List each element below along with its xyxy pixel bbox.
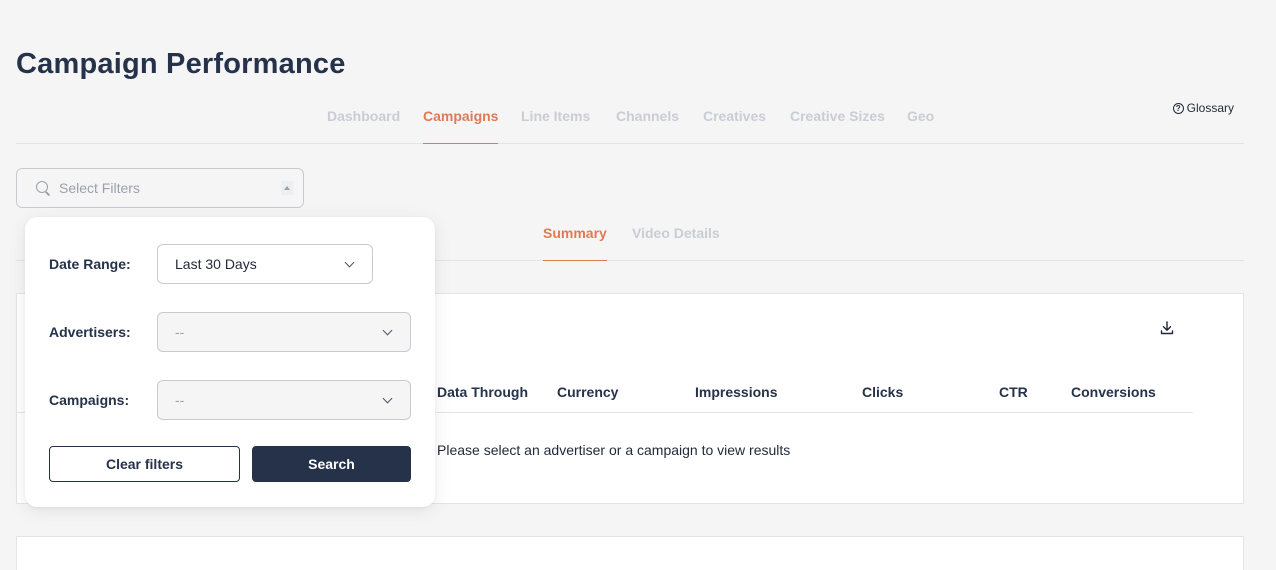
question-circle-icon: ? xyxy=(1172,102,1184,114)
caret-up-icon[interactable] xyxy=(281,181,293,195)
chevron-down-icon xyxy=(382,393,393,404)
column-header-conversions[interactable]: Conversions xyxy=(1071,384,1156,400)
search-button[interactable]: Search xyxy=(252,446,411,482)
campaigns-value: -- xyxy=(175,392,185,408)
column-header-currency[interactable]: Currency xyxy=(557,384,618,400)
secondary-panel xyxy=(16,536,1244,570)
campaigns-label: Campaigns: xyxy=(49,392,130,408)
date-range-value: Last 30 Days xyxy=(175,256,257,272)
tab-geo[interactable]: Geo xyxy=(907,108,934,144)
filter-select[interactable]: Select Filters xyxy=(16,168,304,208)
download-icon[interactable] xyxy=(1159,320,1175,336)
glossary-label: Glossary xyxy=(1186,101,1234,115)
chevron-down-icon xyxy=(344,257,355,268)
column-header-data-through[interactable]: Data Through xyxy=(437,384,528,400)
tab-video-details[interactable]: Video Details xyxy=(632,225,720,261)
campaigns-dropdown[interactable]: -- xyxy=(157,380,411,420)
empty-state-message: Please select an advertiser or a campaig… xyxy=(437,442,791,458)
column-header-clicks[interactable]: Clicks xyxy=(862,384,903,400)
clear-filters-button[interactable]: Clear filters xyxy=(49,446,240,482)
tab-campaigns[interactable]: Campaigns xyxy=(423,108,499,144)
date-range-label: Date Range: xyxy=(49,256,131,272)
advertisers-dropdown[interactable]: -- xyxy=(157,312,411,352)
glossary-link[interactable]: ? Glossary xyxy=(1172,101,1234,115)
tab-dashboard[interactable]: Dashboard xyxy=(327,108,400,144)
tab-channels[interactable]: Channels xyxy=(616,108,679,144)
advertisers-label: Advertisers: xyxy=(49,324,131,340)
column-header-impressions[interactable]: Impressions xyxy=(695,384,777,400)
advertisers-value: -- xyxy=(175,324,185,340)
page-title: Campaign Performance xyxy=(16,48,346,80)
column-header-ctr[interactable]: CTR xyxy=(999,384,1028,400)
filter-select-placeholder: Select Filters xyxy=(59,180,140,196)
search-icon xyxy=(35,180,51,196)
tab-creative-sizes[interactable]: Creative Sizes xyxy=(790,108,885,144)
chevron-down-icon xyxy=(382,325,393,336)
tab-summary[interactable]: Summary xyxy=(543,225,607,261)
tab-line-items[interactable]: Line Items xyxy=(521,108,590,144)
date-range-dropdown[interactable]: Last 30 Days xyxy=(157,244,373,284)
main-tabs: Dashboard Campaigns Line Items Channels … xyxy=(16,96,1244,144)
filters-popover: Date Range: Last 30 Days Advertisers: --… xyxy=(25,217,435,507)
tab-creatives[interactable]: Creatives xyxy=(703,108,766,144)
